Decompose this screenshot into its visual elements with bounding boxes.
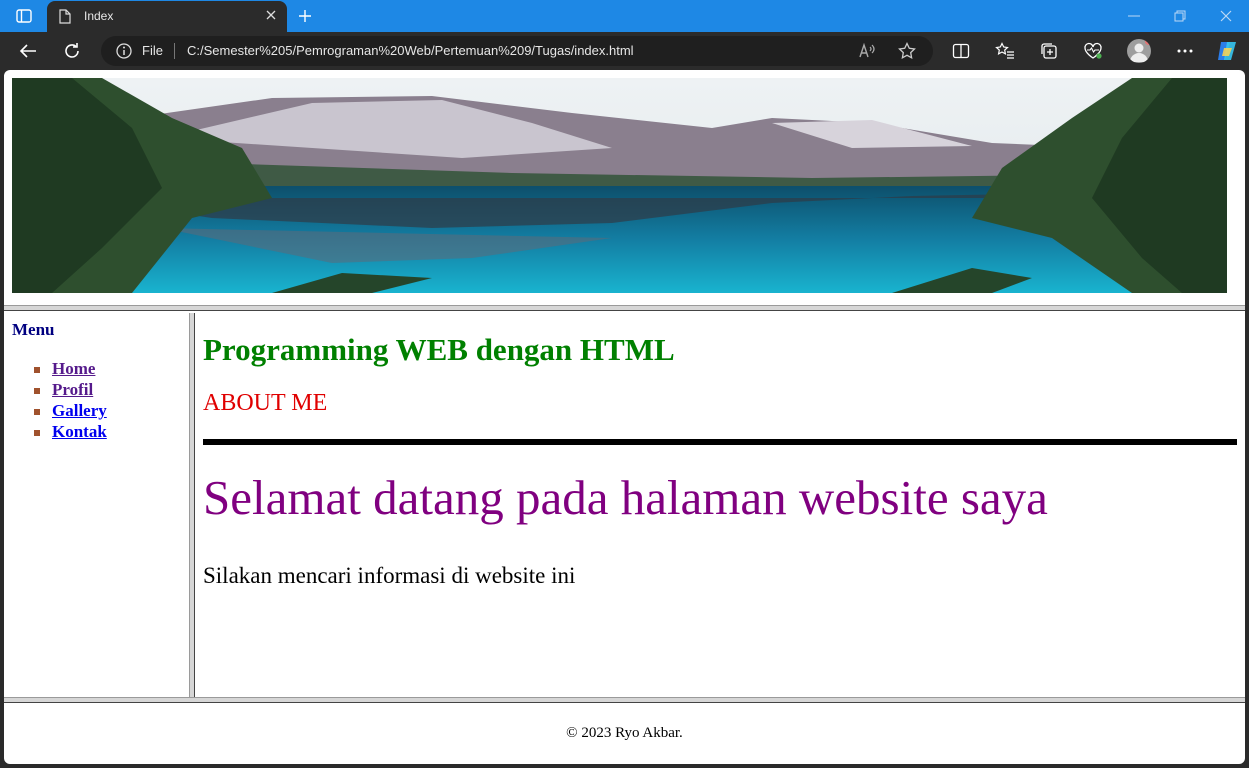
sidebar-toggle-icon[interactable] xyxy=(8,6,40,26)
profil-link[interactable]: Profil xyxy=(52,380,93,399)
menu-item-kontak: Kontak xyxy=(34,422,107,443)
info-icon[interactable] xyxy=(116,43,132,64)
content-frame: Programming WEB dengan HTML ABOUT ME Sel… xyxy=(195,313,1245,697)
horizontal-rule xyxy=(203,439,1237,445)
close-window-icon[interactable] xyxy=(1211,6,1241,26)
refresh-icon[interactable] xyxy=(59,39,85,63)
home-link[interactable]: Home xyxy=(52,359,95,378)
page-heading: Programming WEB dengan HTML xyxy=(203,332,675,367)
split-screen-icon[interactable] xyxy=(948,39,974,63)
restore-icon[interactable] xyxy=(1165,6,1195,26)
footer-frame: © 2023 Ryo Akbar. xyxy=(4,703,1245,764)
favorites-icon[interactable] xyxy=(992,39,1018,63)
more-options-icon[interactable] xyxy=(1172,39,1198,63)
bullet-icon xyxy=(34,367,40,373)
gallery-link[interactable]: Gallery xyxy=(52,401,107,420)
bullet-icon xyxy=(34,409,40,415)
bullet-icon xyxy=(34,388,40,394)
menu-item-home: Home xyxy=(34,359,107,380)
profile-avatar[interactable] xyxy=(1127,39,1151,63)
read-aloud-icon[interactable] xyxy=(858,42,876,65)
address-separator xyxy=(174,43,175,59)
close-tab-icon[interactable] xyxy=(265,9,277,24)
favorite-star-icon[interactable] xyxy=(898,41,916,65)
frame-divider-top[interactable] xyxy=(4,305,1245,311)
scheme-label: File xyxy=(142,43,163,58)
collections-icon[interactable] xyxy=(1036,39,1062,63)
browser-essentials-icon[interactable] xyxy=(1080,39,1106,63)
bullet-icon xyxy=(34,430,40,436)
address-bar[interactable]: File C:/Semester%205/Pemrograman%20Web/P… xyxy=(101,36,933,66)
new-tab-icon[interactable] xyxy=(293,5,317,27)
menu-list: Home Profil Gallery Kontak xyxy=(34,359,107,443)
browser-tab[interactable]: Index xyxy=(47,1,287,32)
kontak-link[interactable]: Kontak xyxy=(52,422,107,441)
browser-toolbar: File C:/Semester%205/Pemrograman%20Web/P… xyxy=(0,32,1249,70)
menu-item-profil: Profil xyxy=(34,380,107,401)
menu-item-gallery: Gallery xyxy=(34,401,107,422)
copilot-icon[interactable] xyxy=(1214,39,1240,63)
menu-frame: Menu Home Profil Gallery Kontak xyxy=(4,313,189,697)
info-paragraph: Silakan mencari informasi di website ini xyxy=(203,563,576,588)
minimize-icon[interactable] xyxy=(1119,6,1149,26)
lake-mountain-banner-image xyxy=(12,78,1227,293)
url-text[interactable]: C:/Semester%205/Pemrograman%20Web/Pertem… xyxy=(187,43,634,58)
tab-title: Index xyxy=(84,9,114,23)
menu-title: Menu xyxy=(12,320,55,339)
welcome-heading: Selamat datang pada halaman website saya xyxy=(203,470,1048,525)
about-heading: ABOUT ME xyxy=(203,390,328,416)
notification-dot xyxy=(1145,39,1151,45)
page-viewport: Menu Home Profil Gallery Kontak Programm… xyxy=(4,70,1245,764)
browser-title-bar: Index xyxy=(0,0,1249,32)
back-arrow-icon[interactable] xyxy=(15,39,41,63)
copyright-text: © 2023 Ryo Akbar. xyxy=(566,725,683,741)
page-icon xyxy=(59,9,71,27)
